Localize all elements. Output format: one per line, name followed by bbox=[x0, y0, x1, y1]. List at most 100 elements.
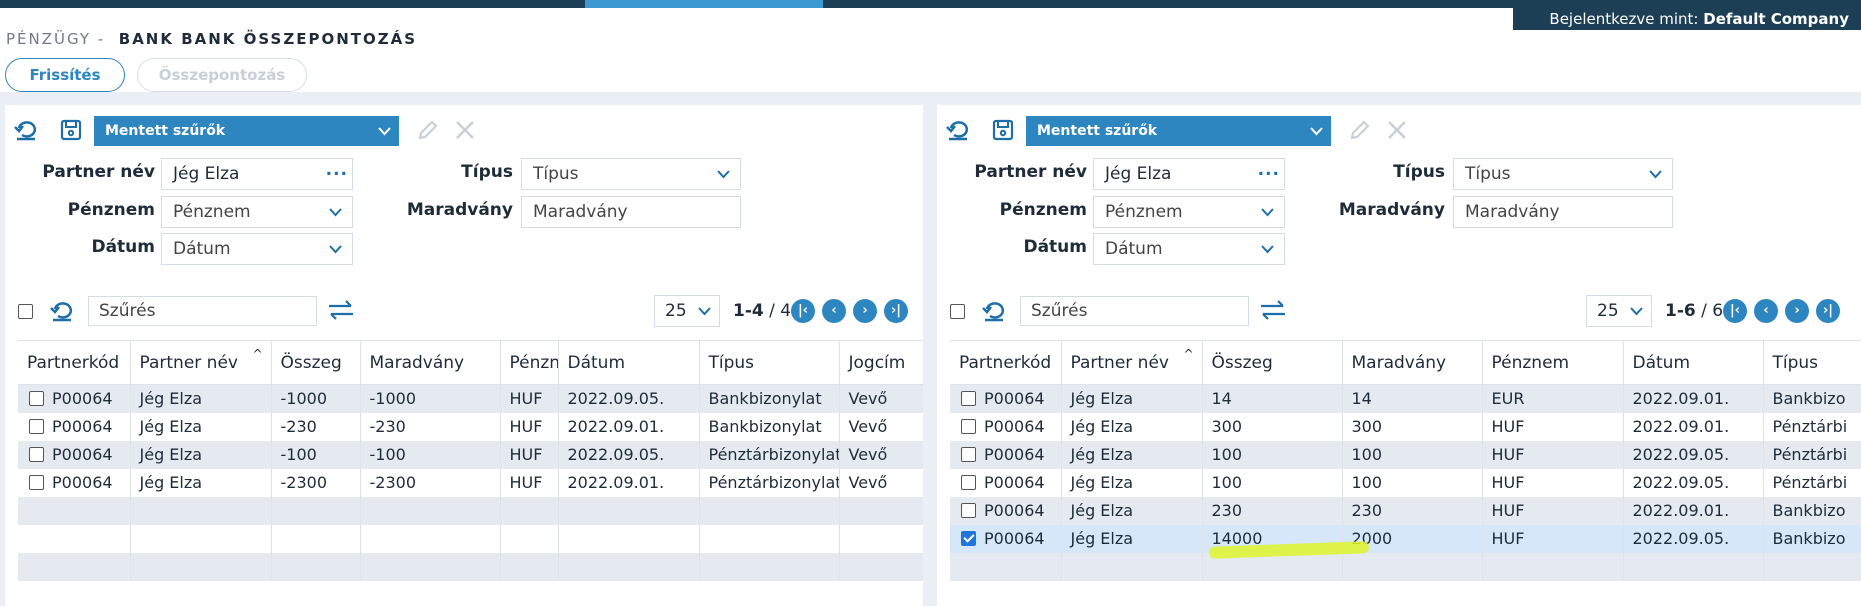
row-checkbox[interactable] bbox=[961, 418, 976, 434]
cell-text: P00064 bbox=[984, 417, 1045, 436]
row-checkbox[interactable] bbox=[29, 418, 44, 434]
saved-filters-dropdown[interactable]: Mentett szűrők bbox=[1026, 116, 1331, 146]
table-row[interactable]: P00064 Jég Elza 14000 2000 HUF 2022.09.05. Ban… bbox=[950, 524, 1861, 553]
cell-name: Jég Elza bbox=[130, 468, 272, 497]
column-header-title[interactable]: Jogcím bbox=[839, 340, 923, 385]
row-checkbox[interactable] bbox=[29, 446, 44, 462]
cell-text: Jég Elza bbox=[1070, 445, 1134, 464]
column-header-amount[interactable]: Összeg bbox=[1202, 340, 1343, 385]
table-row[interactable]: P00064 Jég Elza 300 300 HUF 2022.09.01. Pénztá… bbox=[950, 412, 1861, 441]
column-header-remainder[interactable]: Maradvány bbox=[1342, 340, 1483, 385]
prev-page-icon[interactable]: ‹ bbox=[1754, 299, 1778, 323]
delete-filter-icon[interactable] bbox=[1384, 117, 1410, 143]
table-row[interactable]: P00064 Jég Elza 230 230 HUF 2022.09.01. Bankbi… bbox=[950, 496, 1861, 525]
refresh-button[interactable]: Frissítés bbox=[5, 58, 125, 92]
type-select[interactable]: Típus bbox=[521, 158, 741, 190]
select-all-checkbox[interactable] bbox=[950, 304, 965, 319]
table-row[interactable]: P00064 Jég Elza 14 14 EUR 2022.09.01. Bankbizo bbox=[950, 384, 1861, 413]
swap-icon[interactable] bbox=[327, 297, 355, 323]
column-header-type[interactable]: Típus bbox=[699, 340, 840, 385]
row-checkbox[interactable] bbox=[961, 391, 976, 406]
table-row[interactable]: P00064 Jég Elza -100 -100 HUF 2022.09.05. Pénz… bbox=[18, 440, 923, 469]
reconcile-button[interactable]: Összepontozás bbox=[137, 58, 307, 92]
save-filter-icon[interactable] bbox=[58, 117, 84, 143]
swap-icon[interactable] bbox=[1259, 297, 1287, 323]
cell-rem: 300 bbox=[1342, 412, 1483, 441]
reset-filter-icon[interactable] bbox=[13, 117, 39, 143]
row-checkbox[interactable] bbox=[29, 474, 44, 490]
table-row[interactable]: P00064 Jég Elza -2300 -2300 HUF 2022.09.01. Pé… bbox=[18, 468, 923, 497]
last-page-icon[interactable]: ›| bbox=[1816, 299, 1840, 323]
row-checkbox[interactable] bbox=[961, 502, 976, 518]
cell-amount: 300 bbox=[1202, 412, 1343, 441]
table-row[interactable]: P00064 Jég Elza 100 100 HUF 2022.09.05. Pénztá… bbox=[950, 468, 1861, 497]
remainder-field[interactable]: Maradvány bbox=[1453, 196, 1673, 228]
partner-name-field[interactable]: Jég Elza ... bbox=[1093, 158, 1285, 190]
edit-filter-icon[interactable] bbox=[415, 117, 441, 143]
column-header-type[interactable]: Típus bbox=[1763, 340, 1861, 385]
currency-select[interactable]: Pénznem bbox=[161, 196, 353, 228]
column-header-currency[interactable]: Pénznem bbox=[500, 340, 559, 385]
select-all-checkbox[interactable] bbox=[18, 304, 33, 319]
column-header-partner-name[interactable]: Partner név ^ bbox=[130, 340, 272, 385]
cell-cur: HUF bbox=[500, 384, 559, 413]
column-header-amount[interactable]: Összeg bbox=[271, 340, 361, 385]
last-page-icon[interactable]: ›| bbox=[884, 299, 908, 323]
reset-filter-icon[interactable] bbox=[945, 117, 971, 143]
cell-text: Pénztárbi bbox=[1772, 473, 1848, 492]
saved-filters-dropdown[interactable]: Mentett szűrők bbox=[94, 116, 399, 146]
cell-rem: 100 bbox=[1342, 468, 1483, 497]
type-select[interactable]: Típus bbox=[1453, 158, 1673, 190]
partner-name-field[interactable]: Jég Elza ... bbox=[161, 158, 353, 190]
prev-page-icon[interactable]: ‹ bbox=[822, 299, 846, 323]
cell-text: P00064 bbox=[984, 473, 1045, 492]
cell-text: 2022.09.05. bbox=[567, 445, 665, 464]
refresh-table-icon[interactable] bbox=[49, 298, 75, 324]
page-size-select[interactable]: 25 bbox=[654, 295, 720, 327]
left-table: Partnerkód Partner név ^ Összeg Maradvány… bbox=[18, 340, 923, 581]
column-header-date[interactable]: Dátum bbox=[558, 340, 700, 385]
column-header-partner-name[interactable]: Partner név ^ bbox=[1061, 340, 1203, 385]
table-row[interactable]: P00064 Jég Elza 100 100 HUF 2022.09.05. Pénztá… bbox=[950, 440, 1861, 469]
next-page-icon[interactable]: › bbox=[1785, 299, 1809, 323]
cell-text: 14 bbox=[1351, 389, 1372, 409]
date-select[interactable]: Dátum bbox=[1093, 233, 1285, 265]
cell-text: HUF bbox=[1491, 417, 1525, 436]
currency-select[interactable]: Pénznem bbox=[1093, 196, 1285, 228]
next-page-icon[interactable]: › bbox=[853, 299, 877, 323]
row-checkbox[interactable] bbox=[961, 474, 976, 490]
ellipsis-icon[interactable]: ... bbox=[326, 155, 348, 185]
remainder-field[interactable]: Maradvány bbox=[521, 196, 741, 228]
column-header-partner-code[interactable]: Partnerkód bbox=[18, 340, 131, 385]
cell-text: HUF bbox=[1491, 473, 1525, 492]
cell-text: Jég Elza bbox=[139, 417, 203, 436]
edit-filter-icon[interactable] bbox=[1347, 117, 1373, 143]
delete-filter-icon[interactable] bbox=[452, 117, 478, 143]
cell-text: 2022.09.05. bbox=[567, 389, 665, 409]
cell-cur: HUF bbox=[1482, 524, 1624, 553]
type-value: Típus bbox=[1465, 164, 1511, 184]
row-checkbox[interactable] bbox=[961, 530, 976, 546]
page-size-select[interactable]: 25 bbox=[1586, 295, 1652, 327]
row-checkbox[interactable] bbox=[961, 446, 976, 462]
first-page-icon[interactable]: |‹ bbox=[791, 299, 815, 323]
table-row[interactable]: P00064 Jég Elza -230 -230 HUF 2022.09.01. Bank… bbox=[18, 412, 923, 441]
refresh-table-icon[interactable] bbox=[981, 298, 1007, 324]
type-value: Típus bbox=[533, 164, 579, 184]
date-select[interactable]: Dátum bbox=[161, 233, 353, 265]
cell-name bbox=[130, 552, 272, 581]
cell-text: -1000 bbox=[280, 389, 328, 409]
column-header-currency[interactable]: Pénznem bbox=[1482, 340, 1624, 385]
search-input[interactable]: Szűrés bbox=[88, 296, 317, 326]
cell-text: Jég Elza bbox=[139, 389, 203, 409]
first-page-icon[interactable]: |‹ bbox=[1723, 299, 1747, 323]
column-header-date[interactable]: Dátum bbox=[1623, 340, 1764, 385]
column-header-remainder[interactable]: Maradvány bbox=[360, 340, 501, 385]
row-checkbox[interactable] bbox=[29, 391, 44, 406]
column-header-partner-code[interactable]: Partnerkód bbox=[950, 340, 1062, 385]
cell-amount bbox=[271, 524, 361, 553]
save-filter-icon[interactable] bbox=[990, 117, 1016, 143]
search-input[interactable]: Szűrés bbox=[1020, 296, 1249, 326]
table-row[interactable]: P00064 Jég Elza -1000 -1000 HUF 2022.09.05. Ba… bbox=[18, 384, 923, 413]
ellipsis-icon[interactable]: ... bbox=[1258, 155, 1280, 185]
